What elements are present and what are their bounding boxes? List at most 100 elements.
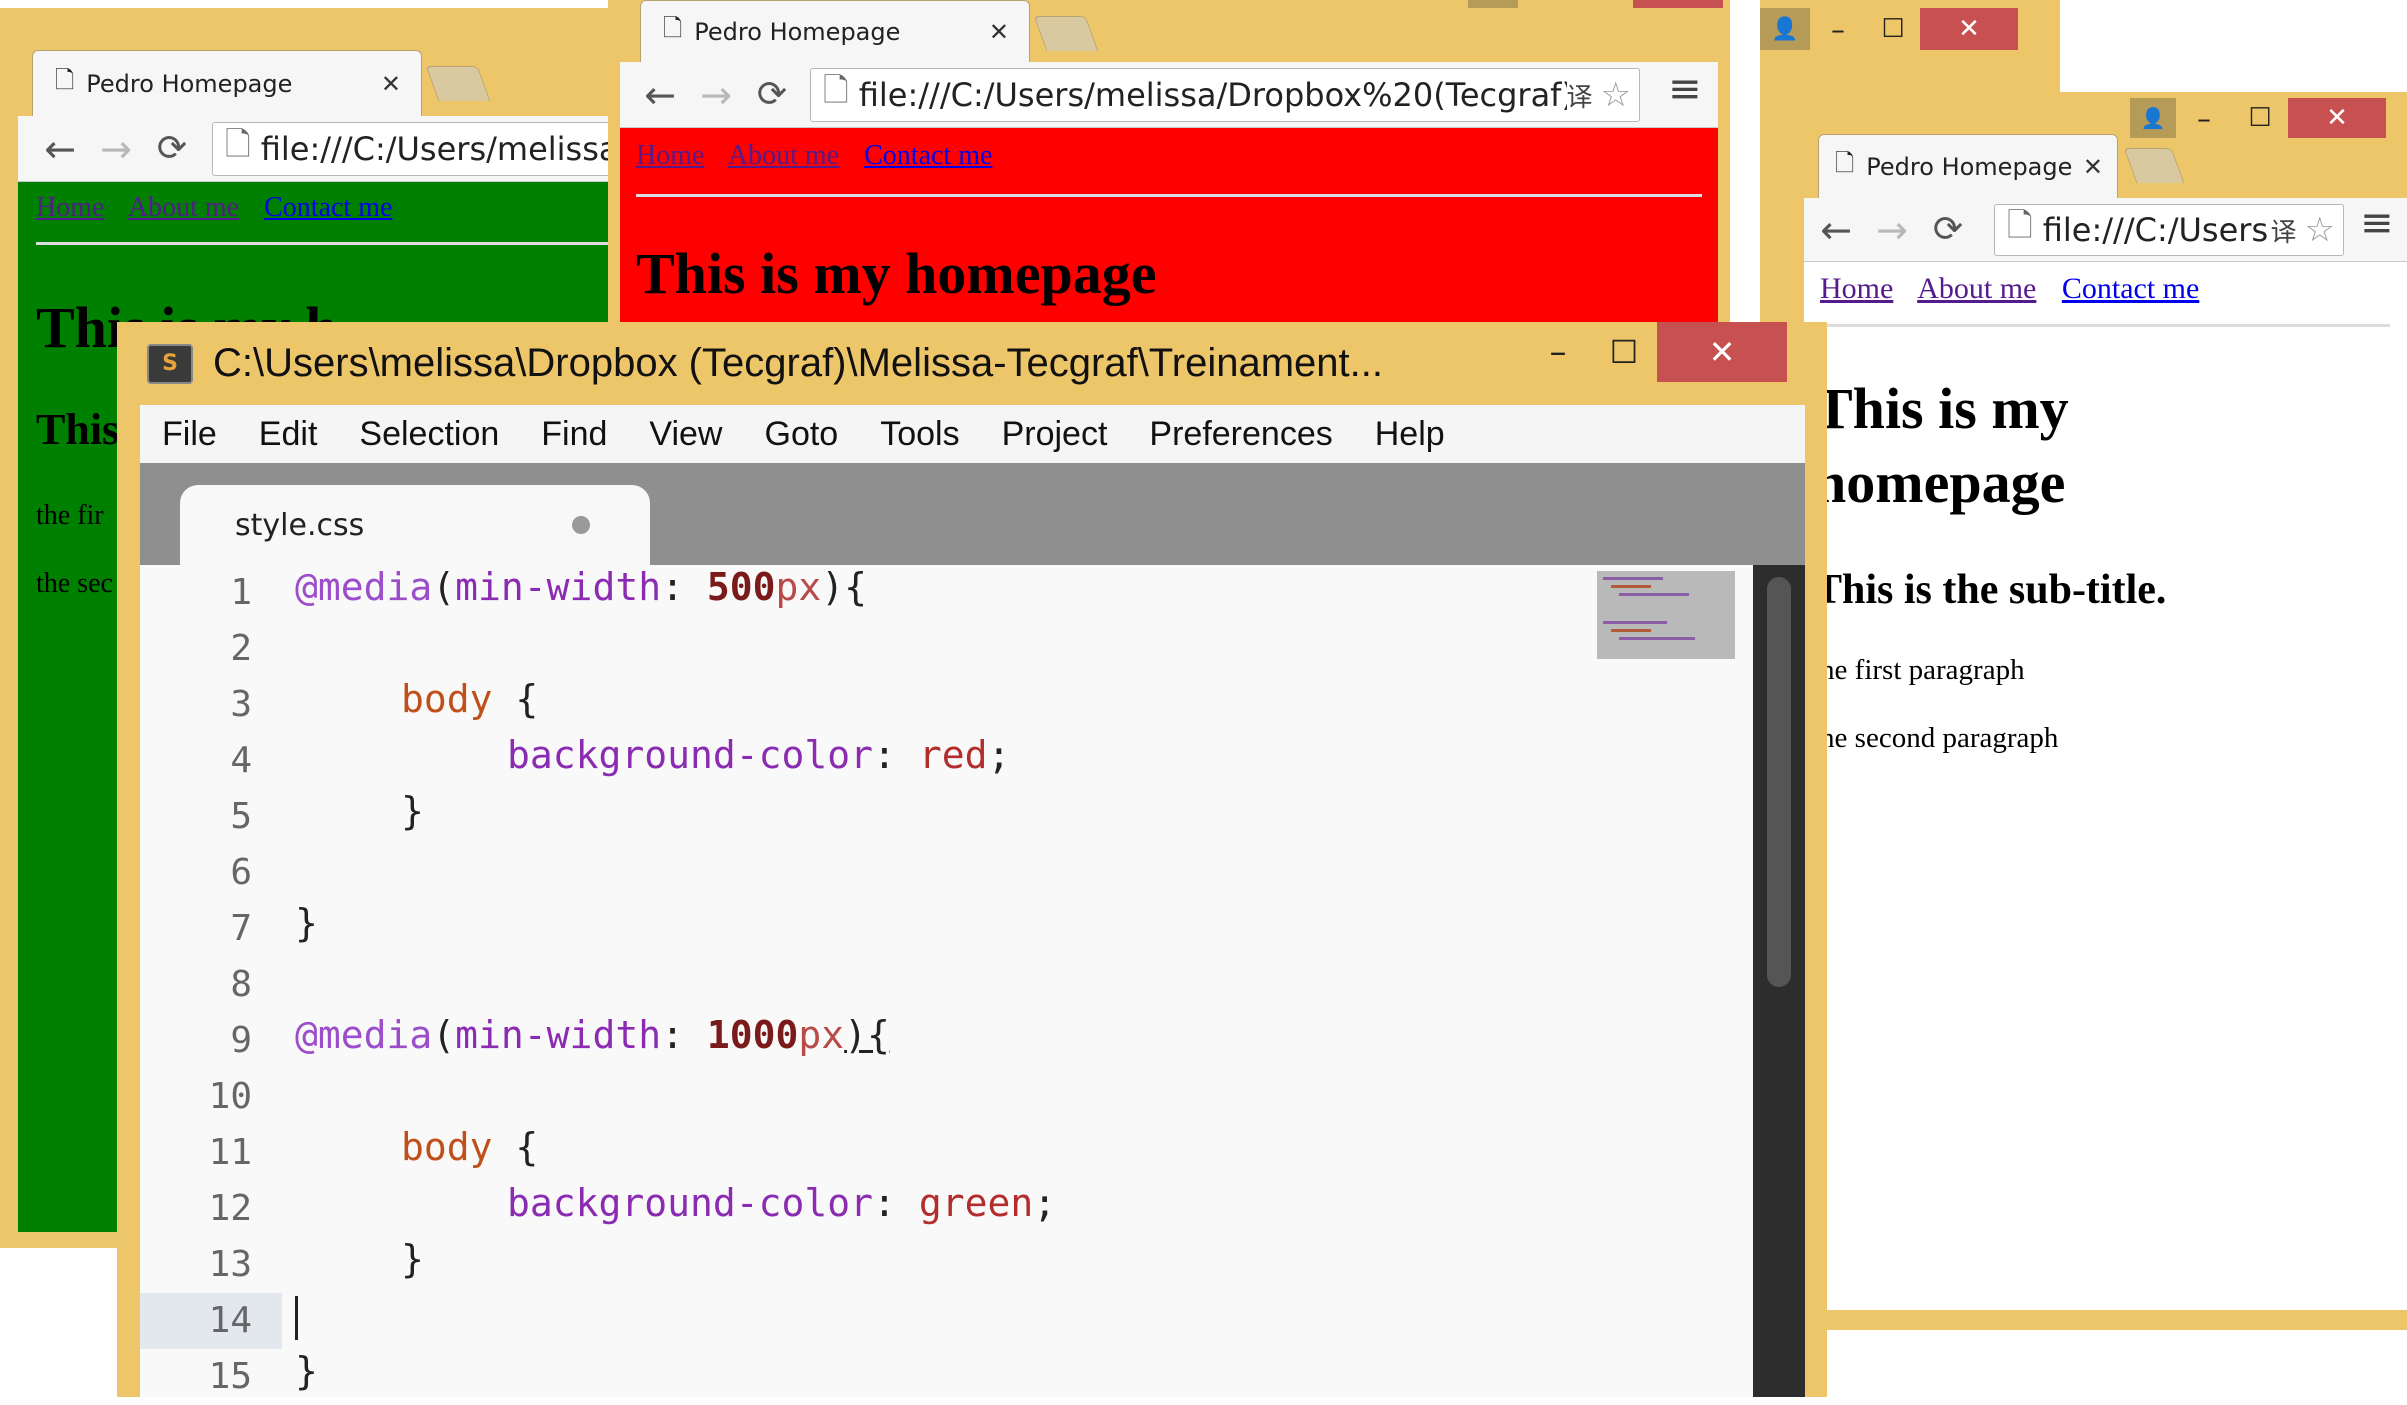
browser-tab[interactable]: 🗋 Pedro Homepage ✕: [1818, 134, 2118, 198]
token-punct: :: [661, 1013, 707, 1057]
bookmark-star-icon[interactable]: ☆: [1601, 75, 1631, 115]
nav-link-contact[interactable]: Contact me: [264, 192, 392, 223]
maximize-button[interactable]: ☐: [2232, 98, 2288, 138]
line-number: 13: [208, 1244, 252, 1285]
user-icon[interactable]: [1468, 0, 1518, 8]
scrollbar-thumb[interactable]: [1767, 577, 1791, 987]
menu-edit[interactable]: Edit: [259, 415, 318, 454]
token-punct: (: [432, 1013, 456, 1057]
browser-tab[interactable]: 🗋 Pedro Homepage ✕: [640, 0, 1030, 62]
token-punct: (: [432, 565, 456, 609]
reload-icon[interactable]: ⟳: [744, 74, 800, 115]
menu-preferences[interactable]: Preferences: [1149, 415, 1332, 454]
close-button[interactable]: ✕: [1657, 322, 1787, 382]
line-number: 8: [230, 964, 252, 1005]
token-at-rule: @media: [295, 565, 433, 609]
tab-title: Pedro Homepage: [86, 69, 293, 98]
token-selector: body: [401, 677, 493, 721]
user-icon[interactable]: 👤: [2130, 98, 2176, 138]
unsaved-dot-icon[interactable]: [572, 516, 590, 534]
maximize-button[interactable]: ☐: [1591, 322, 1657, 382]
minimap[interactable]: [1597, 571, 1735, 659]
menu-view[interactable]: View: [649, 415, 722, 454]
close-button[interactable]: ✕: [1920, 8, 2018, 50]
token-number: 500: [706, 565, 776, 609]
back-icon[interactable]: ←: [1808, 208, 1864, 252]
new-tab-button[interactable]: [2123, 148, 2185, 183]
nav-link-about[interactable]: About me: [1917, 272, 2036, 305]
reload-icon[interactable]: ⟳: [1920, 209, 1976, 250]
back-icon[interactable]: ←: [632, 73, 688, 117]
page-subtitle: This is the sub-title.: [1814, 567, 2167, 613]
file-tab[interactable]: style.css: [180, 485, 650, 565]
back-icon[interactable]: ←: [32, 127, 88, 171]
nav-link-home[interactable]: Home: [1820, 272, 1893, 305]
minimize-button[interactable]: –: [2176, 98, 2232, 138]
new-tab-button[interactable]: [1033, 16, 1099, 51]
divider: [1820, 324, 2390, 327]
new-tab-button[interactable]: [425, 66, 491, 101]
maximize-button[interactable]: ☐: [1866, 8, 1920, 50]
line-number: 6: [230, 852, 252, 893]
minimap-line: [1603, 621, 1667, 624]
menu-file[interactable]: File: [162, 415, 217, 454]
chrome-menu-icon[interactable]: ≡: [2360, 200, 2394, 246]
close-button[interactable]: ✕: [2288, 98, 2386, 138]
translate-icon[interactable]: 译: [1567, 77, 1593, 114]
menu-project[interactable]: Project: [1002, 415, 1108, 454]
code-line-11: body {: [401, 1125, 538, 1181]
page-heading: This is my homepage: [1814, 372, 2069, 520]
code-line-5: }: [401, 789, 424, 833]
close-tab-icon[interactable]: ✕: [2083, 153, 2103, 181]
line-number: 12: [208, 1188, 252, 1229]
menu-find[interactable]: Find: [541, 415, 607, 454]
minimize-button[interactable]: –: [1525, 322, 1591, 382]
minimize-button[interactable]: –: [1810, 8, 1866, 50]
translate-icon[interactable]: 译: [2271, 212, 2297, 249]
nav-link-about[interactable]: About me: [128, 192, 239, 223]
token-value: red: [918, 733, 988, 777]
address-bar[interactable]: 🗋 file:///C:/Users 译 ☆: [1994, 204, 2344, 256]
menu-goto[interactable]: Goto: [765, 415, 839, 454]
nav-link-home[interactable]: Home: [636, 140, 704, 171]
document-icon: 🗋: [1835, 149, 1855, 177]
reload-icon[interactable]: ⟳: [144, 128, 200, 169]
page-icon: 🗋: [2007, 206, 2033, 244]
editor-body[interactable]: 1 2 3 4 5 6 7 8 9 10 11 12 13 14 15 @med…: [140, 565, 1805, 1397]
line-number: 1: [230, 572, 252, 613]
forward-icon[interactable]: →: [688, 73, 744, 117]
code-area[interactable]: @media(min-width: 500px){ body { backgro…: [295, 565, 1645, 1397]
heading-line-2: homepage: [1814, 450, 2066, 515]
code-line-7: }: [295, 901, 318, 945]
browser-tab[interactable]: 🗋 Pedro Homepage ✕: [32, 50, 422, 116]
close-tab-icon[interactable]: ✕: [989, 18, 1009, 46]
bookmark-star-icon[interactable]: ☆: [2305, 210, 2335, 250]
menu-selection[interactable]: Selection: [359, 415, 499, 454]
nav-link-contact[interactable]: Contact me: [864, 140, 992, 171]
code-line-1: @media(min-width: 500px){: [295, 565, 867, 621]
nav-link-home[interactable]: Home: [36, 192, 104, 223]
address-bar[interactable]: 🗋 file:///C:/Users/melissa/Dropbox%20(Te…: [810, 68, 1640, 122]
nav-links: Home About me Contact me: [1820, 272, 2217, 306]
token-unit: px: [775, 565, 822, 609]
address-bar[interactable]: 🗋 file:///C:/Users/melissa/D: [212, 122, 622, 176]
close-button[interactable]: [1633, 0, 1723, 8]
token-property: min-width: [455, 1013, 662, 1057]
tab-title: Pedro Homepage: [1866, 152, 2073, 181]
menu-help[interactable]: Help: [1375, 415, 1445, 454]
token-at-rule: @media: [295, 1013, 433, 1057]
paragraph-2: the sec: [36, 568, 113, 599]
nav-link-about[interactable]: About me: [728, 140, 839, 171]
vertical-scrollbar[interactable]: [1753, 565, 1805, 1397]
menu-tools[interactable]: Tools: [880, 415, 959, 454]
forward-icon[interactable]: →: [88, 127, 144, 171]
close-tab-icon[interactable]: ✕: [381, 70, 401, 98]
user-icon[interactable]: 👤: [1760, 8, 1810, 50]
token-punct: ){: [844, 1013, 890, 1057]
chrome-menu-icon[interactable]: ≡: [1668, 66, 1702, 112]
forward-icon[interactable]: →: [1864, 208, 1920, 252]
line-number-gutter: 1 2 3 4 5 6 7 8 9 10 11 12 13 14 15: [140, 565, 282, 1397]
nav-link-contact[interactable]: Contact me: [2062, 272, 2199, 305]
code-line-13: }: [401, 1237, 424, 1281]
nav-links: Home About me Contact me: [636, 140, 1010, 172]
